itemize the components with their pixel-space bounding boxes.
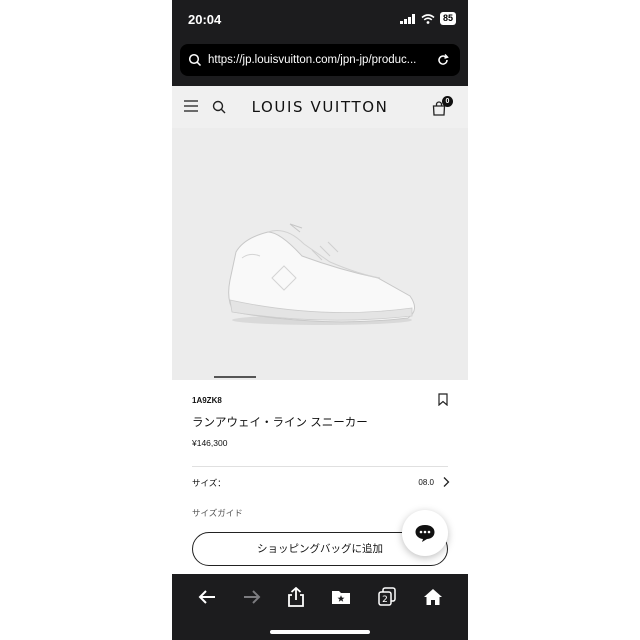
product-sku: 1A9ZK8 xyxy=(192,396,222,405)
bookmarks-button[interactable] xyxy=(327,584,355,610)
browser-chrome: https://jp.louisvuitton.com/jpn-jp/produ… xyxy=(172,40,468,86)
chevron-right-icon[interactable] xyxy=(442,476,450,488)
tab-count: 2 xyxy=(382,595,388,605)
home-icon xyxy=(424,589,442,605)
cart-button[interactable]: 0 xyxy=(432,96,454,118)
wifi-icon xyxy=(421,13,435,24)
product-image-gallery[interactable] xyxy=(172,128,468,380)
brand-logo[interactable]: LOUIS VUITTON xyxy=(172,98,468,116)
bookmarks-icon xyxy=(332,591,350,604)
phone-screen: 20:04 85 https://jp.louisvuitton.com/jpn… xyxy=(172,0,468,640)
back-icon xyxy=(198,590,215,604)
home-button[interactable] xyxy=(419,584,447,610)
size-label[interactable]: サイズ： xyxy=(192,477,226,489)
bookmark-icon[interactable] xyxy=(438,393,448,406)
sneaker-image xyxy=(228,223,415,325)
product-name: ランアウェイ・ライン スニーカー xyxy=(192,417,368,429)
forward-button[interactable] xyxy=(238,584,266,610)
size-value[interactable]: 08.0 xyxy=(418,478,434,487)
chat-button[interactable] xyxy=(402,510,448,556)
search-icon xyxy=(188,53,202,67)
divider xyxy=(192,466,448,467)
address-bar[interactable]: https://jp.louisvuitton.com/jpn-jp/produ… xyxy=(180,44,460,76)
tabs-icon: 2 xyxy=(378,587,396,606)
share-icon xyxy=(288,587,304,607)
size-guide-link[interactable]: サイズガイド xyxy=(192,507,243,519)
reload-icon[interactable] xyxy=(436,53,450,67)
product-price: ¥146,300 xyxy=(192,438,228,448)
browser-toolbar: 2 xyxy=(172,574,468,640)
back-button[interactable] xyxy=(193,584,221,610)
status-icons: 85 xyxy=(399,12,456,25)
chat-icon xyxy=(415,525,435,542)
cart-count-badge: 0 xyxy=(442,96,453,107)
site-header: LOUIS VUITTON 0 xyxy=(172,86,468,128)
signal-icon xyxy=(399,13,415,24)
status-bar: 20:04 85 xyxy=(172,0,468,40)
tabs-button[interactable]: 2 xyxy=(373,584,401,610)
battery-level: 85 xyxy=(439,12,456,25)
gallery-indicator xyxy=(214,376,256,378)
home-indicator xyxy=(270,630,370,634)
status-time: 20:04 xyxy=(188,12,222,27)
share-button[interactable] xyxy=(282,584,310,610)
forward-icon xyxy=(244,590,261,604)
url-text: https://jp.louisvuitton.com/jpn-jp/produ… xyxy=(208,54,417,66)
